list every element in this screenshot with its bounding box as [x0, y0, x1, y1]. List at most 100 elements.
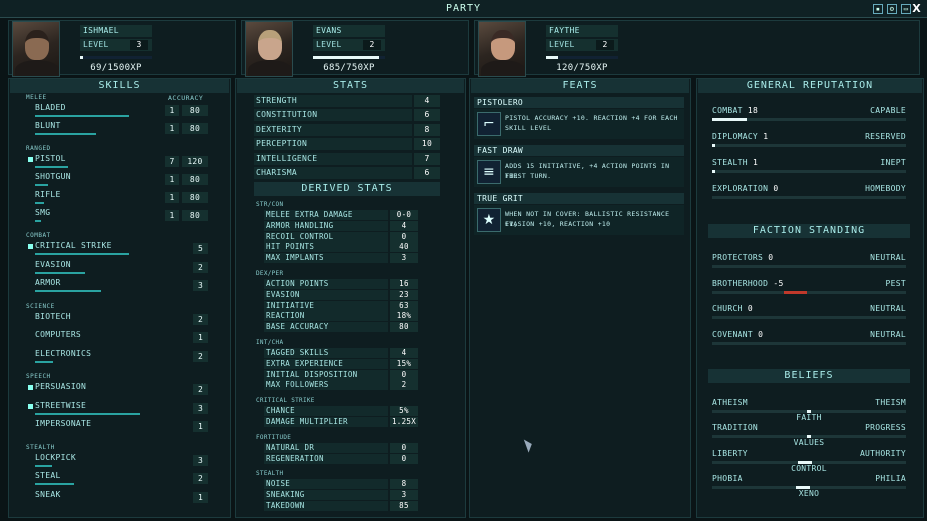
- skill-name[interactable]: BLUNT: [35, 121, 61, 130]
- portrait-avatar[interactable]: [478, 21, 526, 77]
- derived-stat-name: ARMOR HANDLING: [264, 220, 388, 231]
- skill-name[interactable]: EVASION: [35, 260, 71, 269]
- feat-description-line: SKILL LEVEL: [505, 124, 552, 132]
- faction-row[interactable]: COVENANT 0 NEUTRAL: [712, 330, 906, 342]
- stat-name: STRENGTH: [254, 95, 412, 107]
- faction-title: FACTION STANDING: [708, 224, 910, 238]
- belief-left: PHOBIA: [712, 473, 743, 483]
- skill-name[interactable]: COMPUTERS: [35, 330, 81, 339]
- derived-stat-value: 23: [390, 289, 418, 300]
- skill-accuracy: 80: [182, 174, 208, 185]
- derived-section-label: INT/CHA: [256, 339, 284, 346]
- skill-section-label: SCIENCE: [26, 302, 55, 310]
- skill-name[interactable]: RIFLE: [35, 190, 61, 199]
- feat-title[interactable]: PISTOLERO: [474, 97, 684, 108]
- row-rank: NEUTRAL: [870, 253, 906, 262]
- skill-name[interactable]: SHOTGUN: [35, 172, 71, 181]
- row-name: EXPLORATION: [712, 184, 769, 193]
- belief-row[interactable]: ATHEISM THEISM: [712, 398, 906, 410]
- stat-row[interactable]: CONSTITUTION 6: [254, 109, 440, 122]
- reputation-fill: [712, 170, 715, 173]
- skill-value: 2: [193, 473, 208, 484]
- stat-row[interactable]: DEXTERITY 8: [254, 123, 440, 136]
- skill-name[interactable]: STREETWISE: [35, 401, 86, 410]
- skill-name[interactable]: SMG: [35, 208, 50, 217]
- derived-stat-value: 40: [390, 242, 418, 253]
- derived-stat-row: TAGGED SKILLS 4: [264, 348, 418, 358]
- row-rank: NEUTRAL: [870, 304, 906, 313]
- feat-title[interactable]: FAST DRAW: [474, 145, 684, 156]
- belief-left: ATHEISM: [712, 398, 748, 407]
- skill-name[interactable]: STEAL: [35, 471, 61, 480]
- row-label: DIPLOMACY 1: [712, 132, 768, 141]
- reputation-track: [712, 196, 906, 199]
- row-rank: INEPT: [880, 158, 906, 167]
- derived-stat-name: ACTION POINTS: [264, 279, 388, 289]
- feat-title[interactable]: TRUE GRIT: [474, 193, 684, 204]
- reputation-row[interactable]: DIPLOMACY 1 RESERVED: [712, 132, 906, 144]
- portrait-shoulders: [248, 60, 292, 76]
- bag-icon[interactable]: ▪: [873, 4, 883, 14]
- skill-name[interactable]: IMPERSONATE: [35, 419, 91, 428]
- belief-row[interactable]: TRADITION PROGRESS: [712, 423, 906, 435]
- row-label: PROTECTORS 0: [712, 253, 773, 262]
- skill-name[interactable]: CRITICAL STRIKE: [35, 241, 112, 250]
- reputation-track: [712, 265, 906, 268]
- minimize-icon[interactable]: ▭: [901, 4, 911, 14]
- feat-body: ≡ ADDS 15 INITIATIVE, +4 ACTION POINTS IN…: [474, 157, 684, 187]
- derived-stat-value: 3: [390, 490, 418, 501]
- pistol-icon: ⌐: [477, 112, 501, 136]
- stat-row[interactable]: PERCEPTION 10: [254, 138, 440, 151]
- reputation-title: GENERAL REPUTATION: [698, 79, 922, 93]
- derived-stat-row: MAX IMPLANTS 3: [264, 253, 418, 264]
- row-rank: RESERVED: [865, 132, 906, 141]
- belief-left: TRADITION: [712, 423, 759, 433]
- reputation-row[interactable]: EXPLORATION 0 HOMEBODY: [712, 184, 906, 196]
- row-label: CHURCH 0: [712, 304, 753, 313]
- faction-row[interactable]: PROTECTORS 0 NEUTRAL: [712, 253, 906, 265]
- skill-accuracy: 120: [182, 156, 208, 167]
- derived-stat-row: BASE ACCURACY 80: [264, 322, 418, 333]
- skill-name[interactable]: PISTOL: [35, 154, 66, 163]
- belief-row[interactable]: LIBERTY AUTHORITY: [712, 449, 906, 461]
- stat-name: CONSTITUTION: [254, 109, 412, 122]
- xp-bar-fill: [80, 56, 84, 59]
- skill-name[interactable]: LOCKPICK: [35, 453, 76, 462]
- skill-name[interactable]: BLADED: [35, 103, 66, 112]
- stat-row[interactable]: CHARISMA 6: [254, 167, 440, 179]
- skill-progress-bar: [35, 184, 49, 186]
- stat-row[interactable]: STRENGTH 4: [254, 95, 440, 107]
- faction-row[interactable]: CHURCH 0 NEUTRAL: [712, 304, 906, 316]
- skill-name[interactable]: SNEAK: [35, 490, 61, 499]
- reputation-fill: [712, 118, 747, 121]
- skill-name[interactable]: PERSUASION: [35, 382, 86, 391]
- reputation-fill: [712, 144, 715, 147]
- reputation-row[interactable]: COMBAT 18 CAPABLE: [712, 106, 906, 118]
- faction-row[interactable]: BROTHERHOOD -5 PEST: [712, 279, 906, 291]
- belief-row[interactable]: PHOBIA PHILIA: [712, 474, 906, 486]
- derived-stat-value: 3: [390, 253, 418, 264]
- close-button[interactable]: X: [912, 2, 921, 15]
- derived-stat-value: 0: [390, 442, 418, 453]
- row-name: STEALTH: [712, 158, 748, 167]
- xp-bar: [80, 56, 152, 59]
- stat-value: 8: [414, 123, 440, 136]
- skill-name[interactable]: ARMOR: [35, 278, 61, 287]
- stat-value: 6: [414, 109, 440, 122]
- settings-icon[interactable]: ⚙: [887, 4, 897, 14]
- tagged-skill-icon: [28, 403, 33, 409]
- reputation-track: [712, 316, 906, 319]
- reputation-row[interactable]: STEALTH 1 INEPT: [712, 158, 906, 170]
- row-value: 0: [758, 329, 764, 339]
- stat-row[interactable]: INTELLIGENCE 7: [254, 152, 440, 165]
- skill-section-label: STEALTH: [26, 443, 55, 451]
- portrait-avatar[interactable]: [245, 21, 293, 77]
- row-name: CHURCH: [712, 304, 743, 313]
- level-box: LEVEL 2: [546, 39, 618, 51]
- level-value: 2: [596, 40, 614, 50]
- skill-name[interactable]: BIOTECH: [35, 312, 71, 321]
- portrait-face: [258, 30, 282, 60]
- portrait-avatar[interactable]: [12, 21, 60, 77]
- skill-name[interactable]: ELECTRONICS: [35, 349, 91, 358]
- stat-value: 6: [414, 167, 440, 179]
